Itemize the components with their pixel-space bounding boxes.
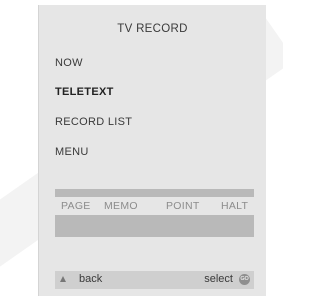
menu-item-now[interactable]: NOW	[55, 57, 83, 69]
teletext-bar-bottom	[55, 215, 254, 237]
menu-item-teletext[interactable]: TELETEXT	[55, 86, 114, 98]
menu-item-record-list[interactable]: RECORD LIST	[55, 116, 132, 128]
select-button[interactable]: select	[204, 273, 233, 285]
function-key-point[interactable]: POINT	[166, 200, 200, 212]
footer-bar: back select GO	[55, 271, 254, 289]
function-keys-row: PAGE MEMO POINT HALT	[55, 200, 254, 213]
teletext-bar-top	[55, 189, 254, 197]
menu-item-menu[interactable]: MENU	[55, 146, 89, 158]
back-button[interactable]: back	[79, 273, 102, 285]
menu-title: TV RECORD	[117, 23, 188, 35]
function-key-halt[interactable]: HALT	[221, 200, 248, 212]
up-triangle-icon[interactable]	[60, 276, 66, 282]
function-key-memo[interactable]: MEMO	[104, 200, 138, 212]
function-key-page[interactable]: PAGE	[61, 200, 91, 212]
go-button-icon[interactable]: GO	[239, 274, 250, 285]
tv-record-menu-panel: TV RECORD NOW TELETEXT RECORD LIST MENU …	[38, 5, 266, 296]
